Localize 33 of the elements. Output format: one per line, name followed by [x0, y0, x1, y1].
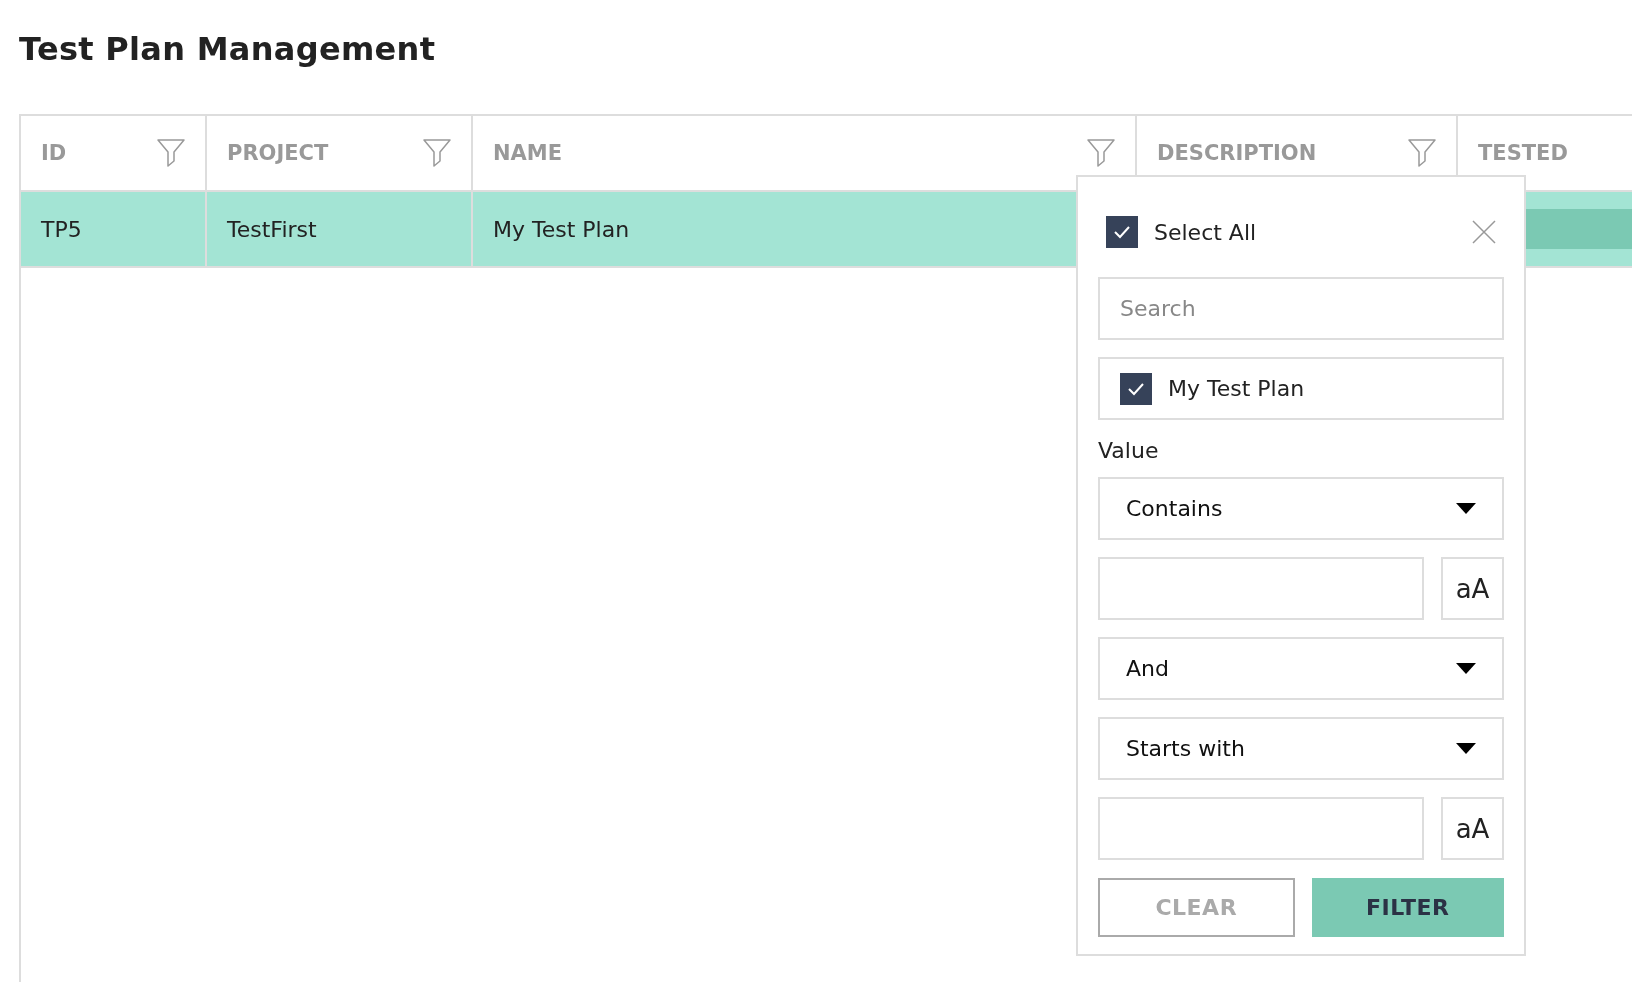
check-icon: [1113, 225, 1131, 239]
value-list-item[interactable]: My Test Plan: [1098, 357, 1504, 420]
filter-icon[interactable]: [157, 138, 185, 168]
search-field[interactable]: Search: [1098, 277, 1504, 340]
checkbox[interactable]: [1120, 372, 1152, 405]
close-icon[interactable]: [1472, 220, 1496, 244]
column-label: DESCRIPTION: [1157, 141, 1317, 165]
caret-icon: [1456, 503, 1476, 514]
page-title: Test Plan Management: [19, 29, 437, 70]
column-label: ID: [41, 141, 67, 165]
match-case-button[interactable]: aA: [1441, 557, 1504, 620]
match-case-button[interactable]: aA: [1441, 797, 1504, 860]
table-cell: TestFirst: [207, 192, 473, 268]
checkbox-label: Select All: [1154, 219, 1257, 245]
condition-select[interactable]: Starts with: [1098, 717, 1504, 780]
input-field[interactable]: [1098, 797, 1424, 860]
filter-icon[interactable]: [1408, 138, 1436, 168]
filter-button[interactable]: FILTER: [1311, 878, 1504, 937]
table-cell: TP5: [21, 192, 207, 268]
checkbox[interactable]: [1106, 216, 1138, 248]
condition-select[interactable]: Contains: [1098, 477, 1504, 540]
column-label: NAME: [493, 141, 563, 165]
filter-icon[interactable]: [1087, 138, 1115, 168]
column-label: TESTED: [1478, 141, 1568, 165]
value-label: Value: [1098, 438, 1160, 463]
caret-icon: [1456, 663, 1476, 674]
caret-icon: [1456, 743, 1476, 754]
filter-icon[interactable]: [423, 138, 451, 168]
join-select[interactable]: And: [1098, 637, 1504, 700]
input-field[interactable]: [1098, 557, 1424, 620]
column-label: PROJECT: [227, 141, 329, 165]
check-icon: [1127, 381, 1145, 396]
checkbox-label: My Test Plan: [1168, 376, 1305, 401]
